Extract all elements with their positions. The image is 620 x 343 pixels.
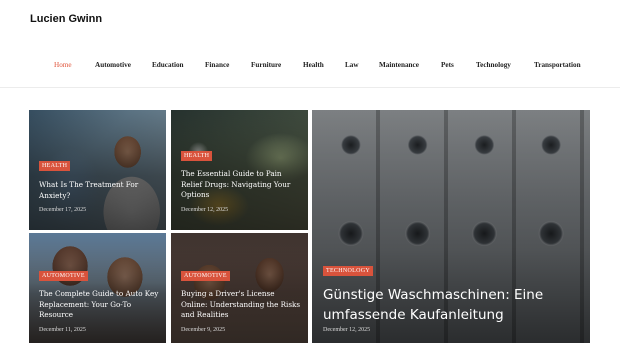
nav-item-furniture[interactable]: Furniture bbox=[251, 56, 281, 74]
category-badge[interactable]: HEALTH bbox=[39, 161, 71, 171]
category-badge[interactable]: AUTOMOTIVE bbox=[181, 271, 230, 281]
post-title[interactable]: The Essential Guide to Pain Relief Drugs… bbox=[181, 169, 301, 201]
category-badge[interactable]: AUTOMOTIVE bbox=[39, 271, 88, 281]
post-card[interactable]: AUTOMOTIVE The Complete Guide to Auto Ke… bbox=[29, 233, 166, 343]
nav-item-pets[interactable]: Pets bbox=[441, 56, 454, 74]
nav-item-finance[interactable]: Finance bbox=[205, 56, 229, 74]
nav-item-home[interactable]: Home bbox=[54, 56, 72, 74]
post-date: December 12, 2025 bbox=[181, 207, 229, 213]
post-card[interactable]: HEALTH The Essential Guide to Pain Relie… bbox=[171, 110, 308, 230]
featured-post-card[interactable]: TECHNOLOGY Günstige Waschmaschinen: Eine… bbox=[312, 110, 590, 343]
post-card[interactable]: HEALTH What Is The Treatment For Anxiety… bbox=[29, 110, 166, 230]
nav-item-automotive[interactable]: Automotive bbox=[95, 56, 131, 74]
nav-item-technology[interactable]: Technology bbox=[476, 56, 511, 74]
nav-item-maintenance[interactable]: Maintenance bbox=[379, 56, 419, 74]
category-badge[interactable]: TECHNOLOGY bbox=[323, 266, 373, 276]
featured-post-title[interactable]: Günstige Waschmaschinen: Eine umfassende… bbox=[323, 285, 573, 325]
nav-item-law[interactable]: Law bbox=[345, 56, 359, 74]
nav-item-health[interactable]: Health bbox=[303, 56, 324, 74]
post-date: December 12, 2025 bbox=[323, 327, 371, 333]
post-card[interactable]: AUTOMOTIVE Buying a Driver's License Onl… bbox=[171, 233, 308, 343]
header-divider bbox=[0, 87, 620, 88]
main-nav: Home Automotive Education Finance Furnit… bbox=[0, 56, 620, 74]
post-title[interactable]: What Is The Treatment For Anxiety? bbox=[39, 180, 159, 201]
post-title[interactable]: The Complete Guide to Auto Key Replaceme… bbox=[39, 289, 163, 321]
nav-item-education[interactable]: Education bbox=[152, 56, 184, 74]
post-date: December 11, 2025 bbox=[39, 327, 86, 333]
site-title[interactable]: Lucien Gwinn bbox=[30, 13, 102, 25]
nav-item-transportation[interactable]: Transportation bbox=[534, 56, 581, 74]
post-title[interactable]: Buying a Driver's License Online: Unders… bbox=[181, 289, 303, 321]
category-badge[interactable]: HEALTH bbox=[181, 151, 213, 161]
post-date: December 9, 2025 bbox=[181, 327, 226, 333]
post-date: December 17, 2025 bbox=[39, 207, 87, 213]
